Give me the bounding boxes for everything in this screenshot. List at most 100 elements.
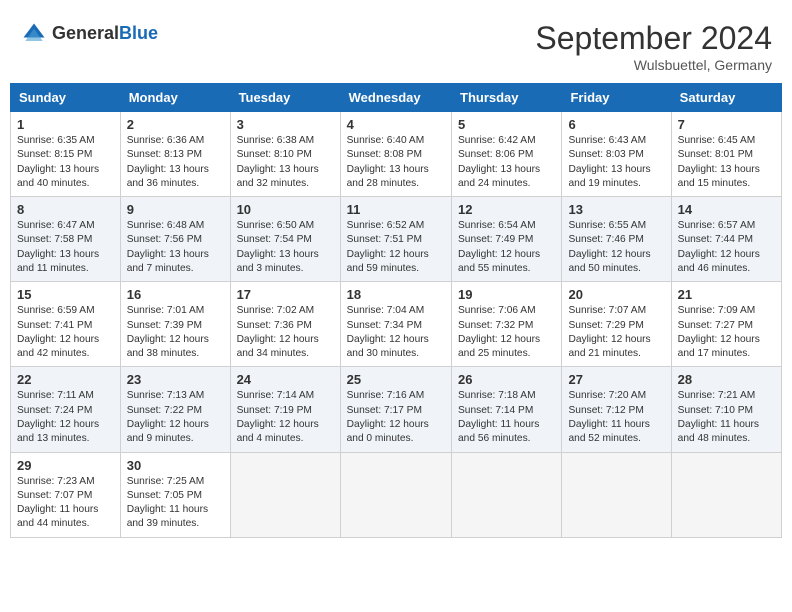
table-row: 15 Sunrise: 6:59 AM Sunset: 7:41 PM Dayl… [11, 282, 121, 367]
daylight-label: Daylight: 12 hours and 17 minutes. [678, 334, 760, 359]
table-row: 21 Sunrise: 7:09 AM Sunset: 7:27 PM Dayl… [671, 282, 781, 367]
sunset-label: Sunset: 7:58 PM [17, 234, 92, 245]
table-row: 29 Sunrise: 7:23 AM Sunset: 7:07 PM Dayl… [11, 452, 121, 537]
header-friday: Friday [562, 84, 671, 112]
sunrise-label: Sunrise: 7:13 AM [127, 390, 205, 401]
sunset-label: Sunset: 7:54 PM [237, 234, 312, 245]
sunrise-label: Sunrise: 6:52 AM [347, 220, 425, 231]
sunset-label: Sunset: 7:12 PM [568, 405, 643, 416]
sunrise-label: Sunrise: 6:48 AM [127, 220, 205, 231]
sunrise-label: Sunrise: 7:14 AM [237, 390, 315, 401]
table-row: 9 Sunrise: 6:48 AM Sunset: 7:56 PM Dayli… [120, 197, 230, 282]
daylight-label: Daylight: 12 hours and 13 minutes. [17, 419, 99, 444]
daylight-label: Daylight: 12 hours and 55 minutes. [458, 249, 540, 274]
table-row [671, 452, 781, 537]
day-number: 18 [347, 287, 445, 302]
daylight-label: Daylight: 13 hours and 11 minutes. [17, 249, 99, 274]
table-row: 7 Sunrise: 6:45 AM Sunset: 8:01 PM Dayli… [671, 112, 781, 197]
day-info: Sunrise: 6:48 AM Sunset: 7:56 PM Dayligh… [127, 219, 224, 276]
sunrise-label: Sunrise: 7:06 AM [458, 305, 536, 316]
day-number: 9 [127, 202, 224, 217]
sunset-label: Sunset: 7:05 PM [127, 490, 202, 501]
sunset-label: Sunset: 7:41 PM [17, 320, 92, 331]
day-info: Sunrise: 6:47 AM Sunset: 7:58 PM Dayligh… [17, 219, 114, 276]
sunrise-label: Sunrise: 7:20 AM [568, 390, 646, 401]
day-info: Sunrise: 7:02 AM Sunset: 7:36 PM Dayligh… [237, 304, 334, 361]
table-row: 1 Sunrise: 6:35 AM Sunset: 8:15 PM Dayli… [11, 112, 121, 197]
calendar-row: 1 Sunrise: 6:35 AM Sunset: 8:15 PM Dayli… [11, 112, 782, 197]
day-number: 24 [237, 372, 334, 387]
table-row: 6 Sunrise: 6:43 AM Sunset: 8:03 PM Dayli… [562, 112, 671, 197]
sunrise-label: Sunrise: 7:01 AM [127, 305, 205, 316]
header-wednesday: Wednesday [340, 84, 451, 112]
daylight-label: Daylight: 12 hours and 25 minutes. [458, 334, 540, 359]
calendar-body: 1 Sunrise: 6:35 AM Sunset: 8:15 PM Dayli… [11, 112, 782, 538]
sunrise-label: Sunrise: 6:43 AM [568, 135, 646, 146]
location: Wulsbuettel, Germany [535, 57, 772, 73]
calendar-table: Sunday Monday Tuesday Wednesday Thursday… [10, 83, 782, 538]
day-info: Sunrise: 7:09 AM Sunset: 7:27 PM Dayligh… [678, 304, 775, 361]
day-info: Sunrise: 6:57 AM Sunset: 7:44 PM Dayligh… [678, 219, 775, 276]
day-number: 30 [127, 458, 224, 473]
table-row [340, 452, 451, 537]
day-number: 2 [127, 117, 224, 132]
table-row: 18 Sunrise: 7:04 AM Sunset: 7:34 PM Dayl… [340, 282, 451, 367]
day-number: 27 [568, 372, 664, 387]
sunset-label: Sunset: 7:34 PM [347, 320, 422, 331]
sunset-label: Sunset: 7:14 PM [458, 405, 533, 416]
day-number: 7 [678, 117, 775, 132]
daylight-label: Daylight: 12 hours and 4 minutes. [237, 419, 319, 444]
day-number: 19 [458, 287, 555, 302]
day-info: Sunrise: 6:55 AM Sunset: 7:46 PM Dayligh… [568, 219, 664, 276]
sunrise-label: Sunrise: 7:25 AM [127, 476, 205, 487]
day-number: 1 [17, 117, 114, 132]
daylight-label: Daylight: 13 hours and 19 minutes. [568, 164, 650, 189]
daylight-label: Daylight: 13 hours and 3 minutes. [237, 249, 319, 274]
day-number: 10 [237, 202, 334, 217]
day-info: Sunrise: 7:11 AM Sunset: 7:24 PM Dayligh… [17, 389, 114, 446]
table-row: 24 Sunrise: 7:14 AM Sunset: 7:19 PM Dayl… [230, 367, 340, 452]
day-info: Sunrise: 6:42 AM Sunset: 8:06 PM Dayligh… [458, 134, 555, 191]
sunset-label: Sunset: 7:36 PM [237, 320, 312, 331]
day-number: 8 [17, 202, 114, 217]
daylight-label: Daylight: 11 hours and 44 minutes. [17, 504, 98, 529]
day-info: Sunrise: 6:43 AM Sunset: 8:03 PM Dayligh… [568, 134, 664, 191]
header-tuesday: Tuesday [230, 84, 340, 112]
sunset-label: Sunset: 7:27 PM [678, 320, 753, 331]
day-number: 28 [678, 372, 775, 387]
daylight-label: Daylight: 12 hours and 59 minutes. [347, 249, 429, 274]
logo-blue-text: Blue [119, 23, 158, 43]
table-row: 30 Sunrise: 7:25 AM Sunset: 7:05 PM Dayl… [120, 452, 230, 537]
generalblue-logo-icon [20, 20, 48, 48]
weekday-header-row: Sunday Monday Tuesday Wednesday Thursday… [11, 84, 782, 112]
sunset-label: Sunset: 7:44 PM [678, 234, 753, 245]
sunset-label: Sunset: 7:19 PM [237, 405, 312, 416]
daylight-label: Daylight: 12 hours and 0 minutes. [347, 419, 429, 444]
daylight-label: Daylight: 11 hours and 56 minutes. [458, 419, 539, 444]
sunrise-label: Sunrise: 7:04 AM [347, 305, 425, 316]
table-row: 10 Sunrise: 6:50 AM Sunset: 7:54 PM Dayl… [230, 197, 340, 282]
title-block: September 2024 Wulsbuettel, Germany [535, 20, 772, 73]
table-row: 26 Sunrise: 7:18 AM Sunset: 7:14 PM Dayl… [452, 367, 562, 452]
day-info: Sunrise: 6:59 AM Sunset: 7:41 PM Dayligh… [17, 304, 114, 361]
sunset-label: Sunset: 8:06 PM [458, 149, 533, 160]
table-row [230, 452, 340, 537]
day-number: 14 [678, 202, 775, 217]
daylight-label: Daylight: 12 hours and 9 minutes. [127, 419, 209, 444]
daylight-label: Daylight: 11 hours and 48 minutes. [678, 419, 759, 444]
day-info: Sunrise: 6:54 AM Sunset: 7:49 PM Dayligh… [458, 219, 555, 276]
table-row: 4 Sunrise: 6:40 AM Sunset: 8:08 PM Dayli… [340, 112, 451, 197]
day-number: 25 [347, 372, 445, 387]
table-row: 23 Sunrise: 7:13 AM Sunset: 7:22 PM Dayl… [120, 367, 230, 452]
sunrise-label: Sunrise: 6:47 AM [17, 220, 95, 231]
day-number: 17 [237, 287, 334, 302]
day-number: 6 [568, 117, 664, 132]
daylight-label: Daylight: 13 hours and 24 minutes. [458, 164, 540, 189]
sunset-label: Sunset: 7:51 PM [347, 234, 422, 245]
sunrise-label: Sunrise: 7:21 AM [678, 390, 756, 401]
sunrise-label: Sunrise: 7:07 AM [568, 305, 646, 316]
calendar-row: 22 Sunrise: 7:11 AM Sunset: 7:24 PM Dayl… [11, 367, 782, 452]
sunset-label: Sunset: 7:29 PM [568, 320, 643, 331]
sunset-label: Sunset: 8:13 PM [127, 149, 202, 160]
daylight-label: Daylight: 13 hours and 7 minutes. [127, 249, 209, 274]
